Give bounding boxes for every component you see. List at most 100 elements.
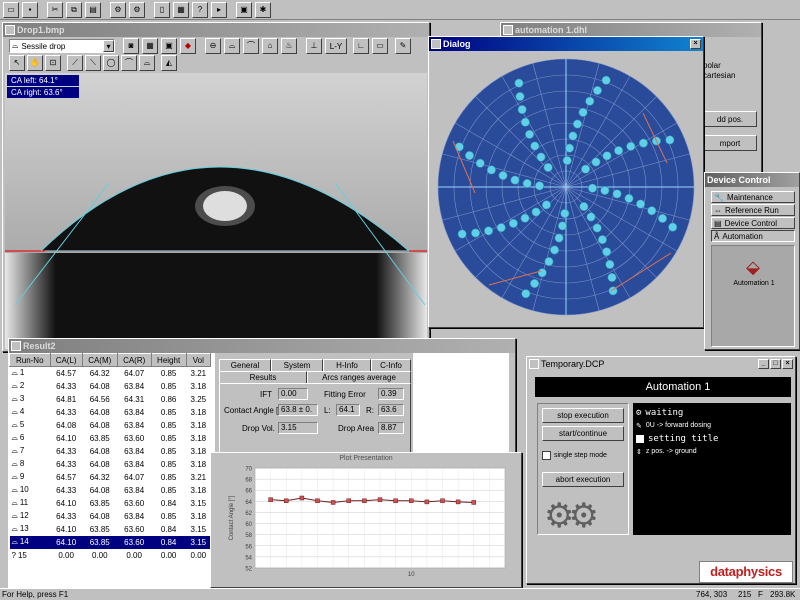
tab-results[interactable]: Results [219,371,307,383]
polar-point[interactable] [520,213,530,223]
print-icon[interactable]: ▦ [173,2,189,18]
column-header[interactable]: CA(L) [49,353,83,367]
start-continue-button[interactable]: start/continue [542,426,624,441]
step-dosing[interactable]: ✎ 0U -> forward dosing [636,419,788,432]
baseline-icon[interactable]: ⊥ [306,38,322,54]
ellipse-fit-icon[interactable]: ⊖ [205,38,221,54]
polar-point[interactable] [475,158,485,168]
table-row[interactable]: ⌓ 11 64.10 63.85 63.60 0.84 3.15 [10,497,211,510]
polar-point[interactable] [572,119,582,129]
table-row[interactable]: ⌓ 3 64.81 64.56 64.31 0.86 3.25 [10,393,211,406]
polar-point[interactable] [592,85,602,95]
step-zpos[interactable]: ⇕ z pos. -> ground [636,445,788,458]
import-button[interactable]: mport [703,135,757,151]
data-point[interactable] [268,497,273,502]
curve-icon[interactable]: ⌒ [121,55,137,71]
column-header[interactable]: Run-No [9,353,51,367]
data-point[interactable] [315,498,320,504]
automation-program-label[interactable]: Automation 1 [712,280,796,287]
ly-fit-button[interactable]: L-Y [325,38,347,54]
polar-point[interactable] [554,233,564,243]
polar-point[interactable] [658,213,668,223]
data-point[interactable] [377,497,383,502]
reference-run-button[interactable]: ⇔ Reference Run [711,204,795,216]
help-icon[interactable]: ? [192,2,208,18]
polar-point[interactable] [541,200,551,210]
polar-point[interactable] [601,75,611,85]
tangent-right-icon[interactable]: ⟍ [85,55,101,71]
polar-point[interactable] [585,96,595,106]
polar-point[interactable] [525,129,535,139]
polar-point[interactable] [537,268,547,278]
tangent-fit-icon[interactable]: ⌒ [243,38,259,54]
polar-point[interactable] [457,229,467,239]
data-point[interactable] [409,498,414,504]
polar-point[interactable] [647,206,657,216]
polar-point[interactable] [568,131,578,141]
polar-point[interactable] [521,289,531,299]
area-icon[interactable]: ▭ [372,38,388,54]
polar-point[interactable] [624,193,634,203]
copy-icon[interactable]: ⧉ [66,2,82,18]
table-row[interactable]: ⌓ 7 64.33 64.08 63.84 0.85 3.18 [10,445,211,458]
table-row[interactable]: ⌓ 10 64.33 64.08 63.84 0.85 3.18 [10,484,211,497]
table-row[interactable]: ⌓ 5 64.08 64.08 63.84 0.85 3.18 [10,419,211,432]
column-header[interactable]: Vol [185,353,211,367]
column-header[interactable]: Height [150,353,187,367]
polar-point[interactable] [626,141,636,151]
data-point[interactable] [424,499,430,505]
cut-icon[interactable]: ✂ [47,2,63,18]
eraser-icon[interactable]: ◆ [180,38,196,54]
polar-point[interactable] [591,157,601,167]
polar-point[interactable] [607,272,617,282]
polar-point[interactable] [517,105,527,115]
polar-point[interactable] [557,221,567,231]
polar-point[interactable] [581,164,591,174]
paste-icon[interactable]: ▤ [85,2,101,18]
polar-point[interactable] [522,178,532,188]
gear-small-icon[interactable]: ✱ [255,2,271,18]
chevron-down-icon[interactable]: ▾ [103,40,114,52]
polar-point[interactable] [543,162,553,172]
circle-fit-icon[interactable]: ⌓ [224,38,240,54]
polar-point[interactable] [602,247,612,257]
table-row[interactable]: ⌓ 14 64.10 63.85 63.60 0.84 3.15 [9,535,211,549]
add-pos-button[interactable]: dd pos. [703,111,757,127]
single-step-checkbox[interactable] [542,450,551,460]
gear-icon[interactable]: ⚙ [129,2,145,18]
polar-point[interactable] [471,228,481,238]
column-header[interactable]: CA(R) [116,353,152,367]
polar-point[interactable] [565,143,575,153]
polar-point[interactable] [602,151,612,161]
minimize-icon[interactable]: _ [758,359,769,369]
data-point[interactable] [393,498,398,504]
polar-point[interactable] [536,152,546,162]
close-icon[interactable]: × [690,39,701,49]
polar-point[interactable] [560,208,570,218]
table-row[interactable]: ⌓ 13 64.10 63.85 63.60 0.84 3.15 [10,523,211,536]
maintenance-button[interactable]: 🔧 Maintenance [711,191,795,203]
polar-point[interactable] [586,212,596,222]
window-icon[interactable]: ▣ [236,2,252,18]
results-scrollbar[interactable] [509,353,515,453]
polar-point[interactable] [530,141,540,151]
polar-point[interactable] [535,181,545,191]
automation-button[interactable]: Å Automation [711,230,795,242]
polar-point[interactable] [592,223,602,233]
polar-point[interactable] [520,117,530,127]
polar-point[interactable] [514,78,524,88]
polar-point[interactable] [530,279,540,289]
tab-system[interactable]: System [271,359,323,371]
close-icon[interactable]: × [782,359,793,369]
polar-point[interactable] [578,107,588,117]
drop-image-canvas[interactable]: CA left: 64.1° CA right: 63.6° [5,73,427,349]
camera-icon[interactable]: ◙ [123,38,139,54]
data-point[interactable] [346,498,351,504]
data-point[interactable] [330,500,336,505]
polar-point[interactable] [464,151,474,161]
cartesian-option[interactable]: cartesian [703,71,757,111]
polar-point[interactable] [612,189,622,199]
polar-point[interactable] [544,257,554,267]
polar-point[interactable] [665,135,675,145]
measure-icon[interactable]: ∟ [353,38,369,54]
